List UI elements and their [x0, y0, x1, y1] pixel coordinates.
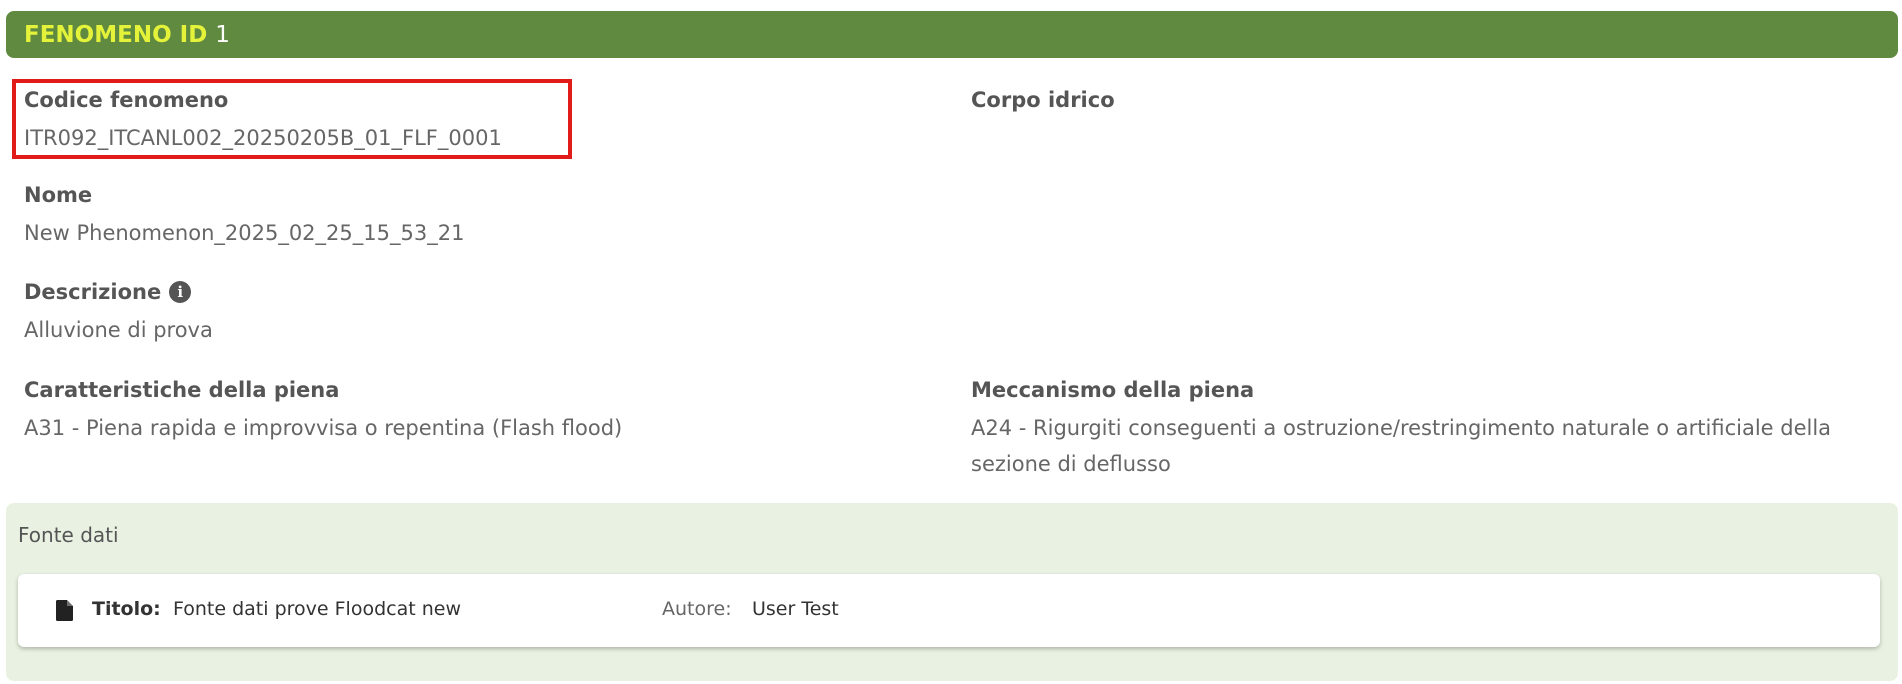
nome-label: Nome — [24, 183, 93, 207]
titolo-label: Titolo: — [92, 598, 161, 620]
corpo-idrico-label: Corpo idrico — [971, 88, 1115, 112]
meccanismo-value: A24 - Rigurgiti conseguenti a ostruzione… — [971, 416, 1832, 476]
phenomenon-header: FENOMENO ID 1 — [6, 11, 1898, 58]
info-icon[interactable]: i — [169, 281, 192, 303]
field-nome: Nome New Phenomenon_2025_02_25_15_53_21 — [24, 181, 924, 251]
autore-value: User Test — [752, 598, 839, 620]
codice-fenomeno-label: Codice fenomeno — [24, 88, 229, 112]
titolo-value: Fonte dati prove Floodcat new — [173, 598, 461, 620]
descrizione-label: Descrizione — [24, 280, 162, 304]
nome-value: New Phenomenon_2025_02_25_15_53_21 — [24, 221, 465, 245]
field-descrizione: Descrizione i Alluvione di prova — [24, 278, 924, 348]
field-caratteristiche: Caratteristiche della piena A31 - Piena … — [24, 376, 924, 446]
source-panel: Fonte dati Titolo: Fonte dati prove Floo… — [6, 503, 1898, 681]
caratteristiche-value: A31 - Piena rapida e improvvisa o repent… — [24, 416, 623, 440]
source-title: Fonte dati — [18, 523, 119, 547]
codice-fenomeno-value: ITR092_ITCANL002_20250205B_01_FLF_0001 — [24, 126, 502, 150]
header-label: FENOMENO ID — [24, 21, 208, 48]
meccanismo-label: Meccanismo della piena — [971, 378, 1255, 402]
autore-label: Autore: — [662, 598, 732, 620]
document-icon — [56, 600, 73, 621]
field-codice-fenomeno: Codice fenomeno ITR092_ITCANL002_2025020… — [24, 86, 564, 156]
header-id: 1 — [215, 21, 230, 48]
field-meccanismo: Meccanismo della piena A24 - Rigurgiti c… — [971, 376, 1871, 482]
caratteristiche-label: Caratteristiche della piena — [24, 378, 340, 402]
descrizione-value: Alluvione di prova — [24, 318, 213, 342]
field-corpo-idrico: Corpo idrico — [971, 86, 1871, 120]
descrizione-label-row: Descrizione i — [24, 278, 924, 306]
source-card: Titolo: Fonte dati prove Floodcat new Au… — [18, 574, 1880, 647]
